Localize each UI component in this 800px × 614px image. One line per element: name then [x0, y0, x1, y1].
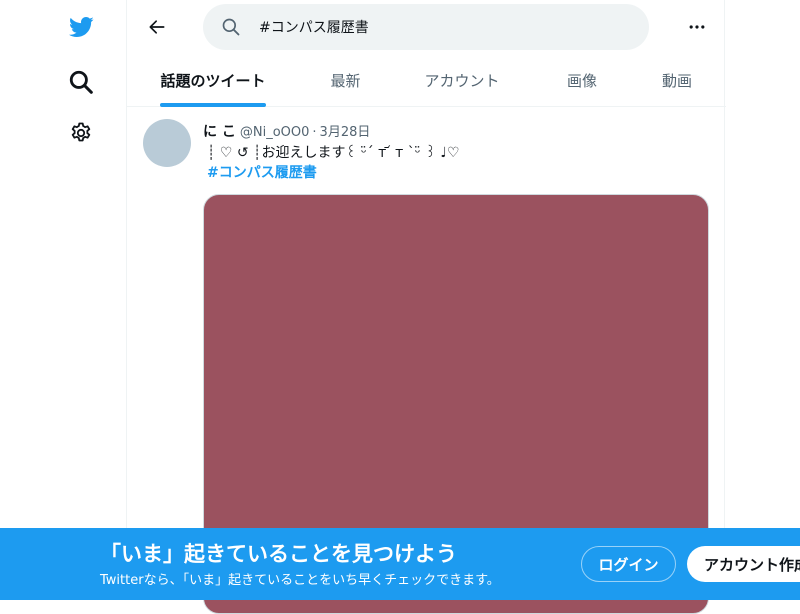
header-separator: ·: [312, 125, 317, 140]
signup-banner: 「いま」起きていることを見つけよう Twitterなら、「いま」起きていることを…: [0, 528, 800, 600]
twitter-logo-icon[interactable]: [61, 7, 101, 47]
tweet-text: ┊ ♡ ↺ ┊お迎えします꒰ ᵕ̈ˊ т ᷄ т ˋᵕ̈ ꒱ ♩♡: [207, 145, 460, 161]
tab-accounts[interactable]: アカウント: [419, 54, 505, 107]
explore-search-icon[interactable]: [61, 62, 101, 102]
search-header: #コンパス履歴書: [127, 0, 726, 54]
more-options-button[interactable]: [679, 9, 715, 45]
tab-accounts-label: アカウント: [424, 72, 500, 90]
main-column: #コンパス履歴書 話題のツイート 最新 アカウント 画像 動画 に こ @Ni_…: [126, 0, 726, 614]
search-query-text[interactable]: #コンパス履歴書: [259, 17, 369, 37]
tab-videos[interactable]: 動画: [655, 54, 699, 107]
tweet-header: に こ @Ni_oOO0 · 3月28日: [203, 121, 370, 141]
tweet-date[interactable]: 3月28日: [320, 121, 371, 140]
tab-images[interactable]: 画像: [561, 54, 603, 107]
user-handle[interactable]: @Ni_oOO0: [240, 125, 310, 140]
avatar[interactable]: [143, 119, 191, 167]
search-tabs: 話題のツイート 最新 アカウント 画像 動画: [127, 54, 726, 107]
tab-videos-label: 動画: [661, 72, 692, 90]
banner-subline: Twitterなら、「いま」起きていることをいち早くチェックできます。: [100, 573, 500, 588]
tab-images-label: 画像: [566, 72, 597, 90]
more-dots-icon: [689, 25, 705, 29]
tweet-card[interactable]: に こ @Ni_oOO0 · 3月28日 ┊ ♡ ↺ ┊お迎えします꒰ ᵕ̈ˊ …: [127, 107, 726, 614]
back-button[interactable]: [139, 9, 175, 45]
login-button[interactable]: ログイン: [581, 546, 676, 582]
tab-top-tweets[interactable]: 話題のツイート: [160, 54, 266, 107]
tab-latest-label: 最新: [330, 72, 361, 90]
search-input[interactable]: #コンパス履歴書: [203, 4, 649, 50]
search-icon: [221, 17, 241, 41]
banner-headline: 「いま」起きていることを見つけよう: [100, 542, 457, 566]
tab-top-tweets-label: 話題のツイート: [160, 72, 266, 90]
left-nav-rail: [0, 0, 126, 600]
tab-latest[interactable]: 最新: [323, 54, 368, 107]
display-name[interactable]: に こ: [203, 121, 236, 141]
signup-button[interactable]: アカウント作成: [687, 546, 800, 582]
hashtag-link[interactable]: #コンパス履歴書: [207, 162, 317, 182]
settings-gear-icon[interactable]: [61, 113, 101, 153]
back-arrow-icon: [149, 20, 165, 34]
